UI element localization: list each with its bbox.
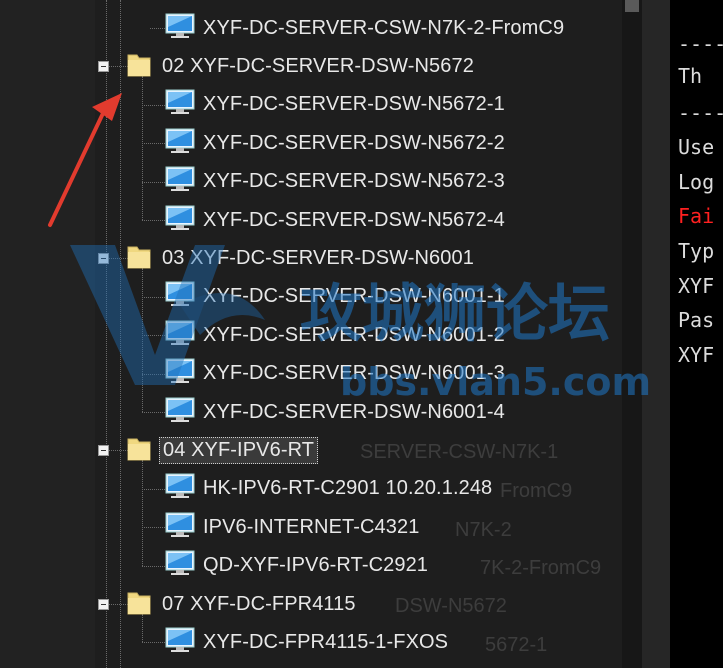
tree-item-session[interactable]: XYF-DC-SERVER-DSW-N6001-4 bbox=[165, 394, 505, 430]
folder-icon bbox=[127, 589, 151, 620]
ghost-label: FromC9 bbox=[500, 480, 573, 502]
session-label: QD-XYF-IPV6-RT-C2921 bbox=[203, 554, 429, 577]
terminal-line: Use bbox=[678, 135, 715, 159]
ghost-label: 7K-2-FromC9 bbox=[480, 557, 602, 579]
session-label: HK-IPV6-RT-C2901 10.20.1.248 bbox=[203, 477, 493, 500]
session-label: XYF-DC-SERVER-DSW-N5672-3 bbox=[203, 170, 505, 193]
monitor-icon bbox=[165, 397, 195, 428]
tree-hline bbox=[142, 104, 165, 106]
tree-item-session[interactable]: XYF-DC-SERVER-CSW-N7K-2-FromC9 bbox=[165, 10, 564, 46]
tree-hline bbox=[142, 181, 165, 183]
tree-item-session[interactable]: XYF-DC-SERVER-DSW-N5672-3 bbox=[165, 164, 505, 200]
tree-item-session[interactable]: XYF-DC-FPR4115-1-FXOS bbox=[165, 624, 448, 660]
folder-icon bbox=[127, 243, 151, 274]
tree-item-session[interactable]: XYF-DC-SERVER-DSW-N5672-1 bbox=[165, 87, 505, 123]
terminal-line: ---- bbox=[678, 32, 723, 56]
ghost-label: N7K-2 bbox=[455, 519, 512, 541]
collapse-toggle-icon[interactable] bbox=[98, 598, 109, 610]
folder-label: 07 XYF-DC-FPR4115 bbox=[162, 592, 356, 615]
tree-folder-2[interactable]: 04 XYF-IPV6-RT bbox=[98, 432, 319, 468]
monitor-icon bbox=[165, 166, 195, 197]
pane-splitter[interactable] bbox=[642, 0, 670, 668]
session-label: XYF-DC-SERVER-DSW-N5672-4 bbox=[203, 208, 505, 231]
monitor-icon bbox=[165, 89, 195, 120]
ghost-label: SERVER-CSW-N7K-1 bbox=[360, 441, 559, 463]
tree-hline bbox=[150, 28, 165, 29]
tree-hline bbox=[142, 412, 165, 413]
folder-label: 03 XYF-DC-SERVER-DSW-N6001 bbox=[162, 246, 474, 269]
monitor-icon bbox=[165, 512, 195, 543]
tree-hline bbox=[142, 373, 165, 375]
tree-item-session[interactable]: XYF-DC-SERVER-DSW-N6001-1 bbox=[165, 279, 505, 315]
terminal-line: Pas bbox=[678, 308, 715, 332]
session-label: XYF-DC-SERVER-DSW-N6001-3 bbox=[203, 362, 505, 385]
terminal-line: XYF bbox=[678, 343, 715, 367]
tree-hline bbox=[142, 642, 165, 644]
tree-vline bbox=[142, 76, 143, 220]
session-label: XYF-DC-SERVER-DSW-N6001-2 bbox=[203, 323, 505, 346]
folder-label: 04 XYF-IPV6-RT bbox=[159, 436, 319, 464]
scrollbar-thumb[interactable] bbox=[625, 0, 639, 12]
folder-icon bbox=[127, 435, 151, 466]
tree-hline bbox=[142, 143, 165, 145]
terminal-pane[interactable]: ---- Th ---- Use Log Fai Typ XYF Pas XYF bbox=[670, 0, 723, 668]
tree-item-session[interactable]: XYF-DC-SERVER-DSW-N6001-2 bbox=[165, 317, 505, 353]
session-label: XYF-DC-FPR4115-1-FXOS bbox=[203, 630, 449, 653]
terminal-line: Log bbox=[678, 170, 715, 194]
monitor-icon bbox=[165, 320, 195, 351]
monitor-icon bbox=[165, 358, 195, 389]
ghost-label: 5672-1 bbox=[485, 634, 548, 656]
tree-vline bbox=[142, 268, 143, 412]
terminal-line: ---- bbox=[678, 101, 723, 125]
terminal-line: XYF bbox=[678, 274, 715, 298]
folder-icon bbox=[127, 51, 151, 82]
folder-label: 02 XYF-DC-SERVER-DSW-N5672 bbox=[162, 54, 474, 77]
session-label: XYF-DC-SERVER-DSW-N5672-2 bbox=[203, 131, 505, 154]
session-label: XYF-DC-SERVER-CSW-N7K-2-FromC9 bbox=[203, 16, 565, 39]
session-label: XYF-DC-SERVER-DSW-N6001-1 bbox=[203, 285, 505, 308]
session-label: XYF-DC-SERVER-DSW-N6001-4 bbox=[203, 400, 505, 423]
tree-hline bbox=[142, 565, 165, 567]
session-tree: SERVER-CSW-N7K-1 FromC9 N7K-2 7K-2-FromC9 DS… bbox=[0, 0, 622, 668]
monitor-icon bbox=[165, 128, 195, 159]
tree-item-session[interactable]: XYF-DC-SERVER-DSW-N6001-3 bbox=[165, 356, 505, 392]
tree-item-session[interactable]: HK-IPV6-RT-C2901 10.20.1.248 bbox=[165, 471, 492, 507]
tree-folder-0[interactable]: 02 XYF-DC-SERVER-DSW-N5672 bbox=[98, 48, 477, 84]
collapse-toggle-icon[interactable] bbox=[98, 444, 109, 456]
tree-item-session[interactable]: IPV6-INTERNET-C4321 bbox=[165, 509, 419, 545]
tree-hline bbox=[142, 527, 165, 529]
ghost-label: DSW-N5672 bbox=[395, 595, 507, 617]
monitor-icon bbox=[165, 205, 195, 236]
tree-hline bbox=[142, 335, 165, 337]
tree-folder-1[interactable]: 03 XYF-DC-SERVER-DSW-N6001 bbox=[98, 240, 477, 276]
monitor-icon bbox=[165, 627, 195, 658]
tree-hline bbox=[142, 488, 165, 490]
session-label: XYF-DC-SERVER-DSW-N5672-1 bbox=[203, 93, 505, 116]
monitor-icon bbox=[165, 473, 195, 504]
tree-vline bbox=[120, 0, 121, 668]
tree-item-session[interactable]: XYF-DC-SERVER-DSW-N5672-4 bbox=[165, 202, 505, 238]
terminal-line: Fai bbox=[678, 204, 715, 228]
collapse-toggle-icon[interactable] bbox=[98, 252, 109, 264]
tree-hline bbox=[142, 220, 165, 221]
session-label: IPV6-INTERNET-C4321 bbox=[203, 515, 420, 538]
tree-gutter bbox=[0, 0, 95, 668]
tree-hline bbox=[142, 296, 165, 298]
tree-item-session[interactable]: QD-XYF-IPV6-RT-C2921 bbox=[165, 548, 428, 584]
tree-vline bbox=[106, 0, 107, 668]
collapse-toggle-icon[interactable] bbox=[98, 60, 109, 72]
tree-item-session[interactable]: XYF-DC-SERVER-DSW-N5672-2 bbox=[165, 125, 505, 161]
monitor-icon bbox=[165, 13, 195, 44]
monitor-icon bbox=[165, 281, 195, 312]
monitor-icon bbox=[165, 550, 195, 581]
tree-folder-3[interactable]: 07 XYF-DC-FPR4115 bbox=[98, 586, 359, 622]
tree-scrollbar[interactable] bbox=[622, 0, 642, 668]
terminal-line: Typ bbox=[678, 239, 715, 263]
terminal-line: Th bbox=[678, 64, 703, 88]
tree-vline bbox=[142, 460, 143, 566]
